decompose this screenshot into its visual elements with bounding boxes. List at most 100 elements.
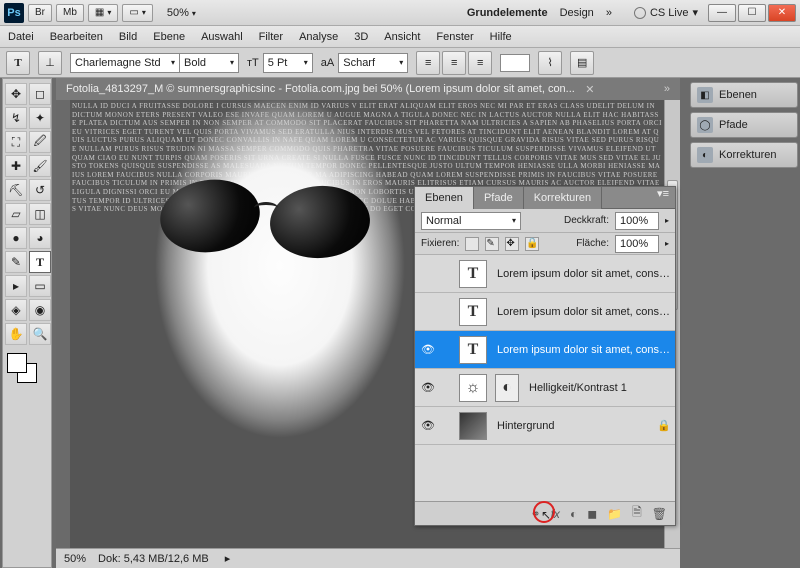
delete-layer-button[interactable]: 🗑 xyxy=(652,507,667,521)
3d-camera-tool[interactable]: ◉ xyxy=(29,299,51,321)
fill-input[interactable]: 100% xyxy=(615,235,659,253)
menu-filter[interactable]: Filter xyxy=(259,31,283,43)
layer-name[interactable]: Lorem ipsum dolor sit amet, consectet... xyxy=(497,306,671,318)
align-right-button[interactable]: ≡ xyxy=(468,51,492,75)
text-color-swatch[interactable] xyxy=(500,54,530,72)
workspace-essentials[interactable]: Grundelemente xyxy=(467,7,548,19)
path-select-tool[interactable]: ▸ xyxy=(5,275,27,297)
font-family-dropdown[interactable]: Charlemagne Std xyxy=(70,53,180,73)
tool-preset-button[interactable]: T xyxy=(6,51,30,75)
font-size-input[interactable]: 5 Pt xyxy=(263,53,313,73)
text-orientation-button[interactable]: ⊥ xyxy=(38,51,62,75)
panel-tab-corrections[interactable]: Korrekturen xyxy=(524,187,602,209)
visibility-toggle[interactable]: 👁 xyxy=(419,379,437,397)
hand-tool[interactable]: ✋ xyxy=(5,323,27,345)
dock-layers-button[interactable]: ◧Ebenen xyxy=(690,82,798,108)
layer-thumbnail[interactable]: T xyxy=(459,298,487,326)
foreground-color[interactable] xyxy=(7,353,27,373)
new-layer-button[interactable]: 🗎 xyxy=(632,503,642,524)
menu-image[interactable]: Bild xyxy=(119,31,137,43)
menu-select[interactable]: Auswahl xyxy=(201,31,243,43)
menu-help[interactable]: Hilfe xyxy=(490,31,512,43)
menu-view[interactable]: Ansicht xyxy=(384,31,420,43)
adjustment-layer-button[interactable]: ◼ xyxy=(587,507,597,521)
menu-layer[interactable]: Ebene xyxy=(153,31,185,43)
antialias-dropdown[interactable]: Scharf xyxy=(338,53,408,73)
bridge-button[interactable]: Br xyxy=(28,4,52,22)
layer-name[interactable]: Lorem ipsum dolor sit amet, consectet... xyxy=(497,268,671,280)
layer-row[interactable]: 👁 T Lorem ipsum dolor sit amet, conse... xyxy=(415,331,675,369)
menu-analysis[interactable]: Analyse xyxy=(299,31,338,43)
layer-thumbnail[interactable] xyxy=(459,412,487,440)
menu-file[interactable]: Datei xyxy=(8,31,34,43)
minimize-button[interactable]: — xyxy=(708,4,736,22)
lock-pixels-button[interactable]: ✎ xyxy=(485,237,499,251)
dock-corrections-button[interactable]: ◐Korrekturen xyxy=(690,142,798,168)
blend-mode-dropdown[interactable]: Normal xyxy=(421,212,521,230)
visibility-toggle[interactable] xyxy=(419,265,437,283)
dodge-tool[interactable]: ◕ xyxy=(29,227,51,249)
document-tab[interactable]: Fotolia_4813297_M © sumnersgraphicsinc -… xyxy=(56,78,680,100)
lasso-tool[interactable]: ↯ xyxy=(5,107,27,129)
close-button[interactable]: ✕ xyxy=(768,4,796,22)
shape-tool[interactable]: ▭ xyxy=(29,275,51,297)
fx-button[interactable]: fx xyxy=(551,507,560,521)
view-extras-button[interactable]: ▦ xyxy=(88,4,118,22)
lock-all-button[interactable]: 🔒 xyxy=(525,237,539,251)
zoom-level-dropdown[interactable]: 50% xyxy=(167,7,196,19)
brush-tool[interactable]: 🖌 xyxy=(29,155,51,177)
layer-name[interactable]: Lorem ipsum dolor sit amet, conse... xyxy=(497,344,671,356)
eraser-tool[interactable]: ▱ xyxy=(5,203,27,225)
layer-thumbnail[interactable]: ☼ xyxy=(459,374,487,402)
layer-row[interactable]: 👁Hintergrund🔒 xyxy=(415,407,675,445)
layer-name[interactable]: Helligkeit/Kontrast 1 xyxy=(529,382,671,394)
screen-mode-button[interactable]: ▭ xyxy=(122,4,152,22)
visibility-toggle[interactable] xyxy=(419,303,437,321)
opacity-input[interactable]: 100% xyxy=(615,212,659,230)
font-weight-dropdown[interactable]: Bold xyxy=(179,53,239,73)
layer-row[interactable]: 👁☼◐Helligkeit/Kontrast 1 xyxy=(415,369,675,407)
stamp-tool[interactable]: ⛏ xyxy=(5,179,27,201)
lock-transparency-button[interactable] xyxy=(465,237,479,251)
layer-thumbnail[interactable]: T xyxy=(459,336,487,364)
move-tool[interactable]: ✥ xyxy=(5,83,27,105)
type-tool[interactable]: T xyxy=(29,251,51,273)
visibility-toggle[interactable]: 👁 xyxy=(419,341,437,359)
status-zoom[interactable]: 50% xyxy=(64,553,86,565)
panel-tab-paths[interactable]: Pfade xyxy=(474,187,524,209)
blur-tool[interactable]: ● xyxy=(5,227,27,249)
layer-name[interactable]: Hintergrund xyxy=(497,420,651,432)
link-layers-button[interactable]: ⚭ xyxy=(531,507,541,521)
panel-menu-button[interactable]: ▾≡ xyxy=(651,187,675,208)
marquee-tool[interactable]: ◻ xyxy=(29,83,51,105)
zoom-tool[interactable]: 🔍 xyxy=(29,323,51,345)
align-center-button[interactable]: ≡ xyxy=(442,51,466,75)
gradient-tool[interactable]: ◫ xyxy=(29,203,51,225)
layer-row[interactable]: T Lorem ipsum dolor sit amet, consectet..… xyxy=(415,293,675,331)
lock-position-button[interactable]: ✥ xyxy=(505,237,519,251)
align-left-button[interactable]: ≡ xyxy=(416,51,440,75)
layer-mask-button[interactable]: ◐ xyxy=(570,507,577,521)
panel-tab-layers[interactable]: Ebenen xyxy=(415,187,474,209)
eyedropper-tool[interactable]: 🖉 xyxy=(29,131,51,153)
layer-thumbnail[interactable]: T xyxy=(459,260,487,288)
warp-text-button[interactable]: ⌇ xyxy=(538,51,562,75)
color-indicator[interactable] xyxy=(5,353,39,383)
menu-3d[interactable]: 3D xyxy=(354,31,368,43)
character-panel-button[interactable]: ▤ xyxy=(570,51,594,75)
pen-tool[interactable]: ✎ xyxy=(5,251,27,273)
visibility-toggle[interactable]: 👁 xyxy=(419,417,437,435)
maximize-button[interactable]: ☐ xyxy=(738,4,766,22)
3d-tool[interactable]: ◈ xyxy=(5,299,27,321)
menu-window[interactable]: Fenster xyxy=(436,31,473,43)
status-doc-size[interactable]: Dok: 5,43 MB/12,6 MB xyxy=(98,553,209,565)
layer-row[interactable]: T Lorem ipsum dolor sit amet, consectet..… xyxy=(415,255,675,293)
crop-tool[interactable]: ⛶ xyxy=(5,131,27,153)
wand-tool[interactable]: ✦ xyxy=(29,107,51,129)
dock-paths-button[interactable]: ◯Pfade xyxy=(690,112,798,138)
tab-scroll-button[interactable]: » xyxy=(664,83,670,95)
close-document-button[interactable]: ✕ xyxy=(583,82,597,96)
workspace-design[interactable]: Design xyxy=(560,7,594,19)
heal-tool[interactable]: ✚ xyxy=(5,155,27,177)
menu-edit[interactable]: Bearbeiten xyxy=(50,31,103,43)
